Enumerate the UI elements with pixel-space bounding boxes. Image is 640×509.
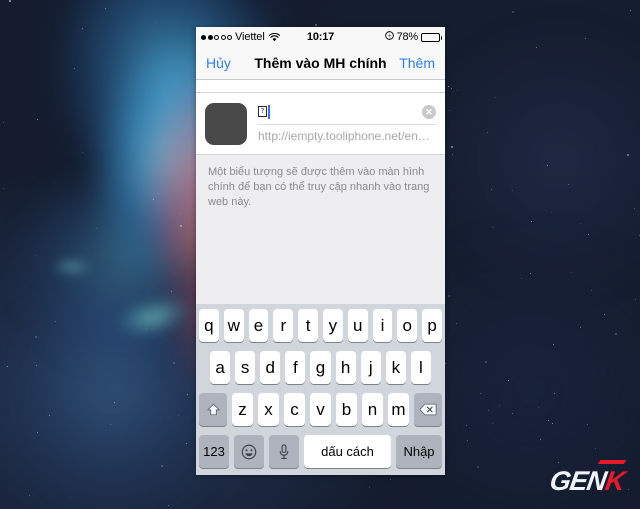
key-e[interactable]: e [248,309,269,342]
return-key[interactable]: Nhập [396,435,442,468]
form-hint-text: Một biểu tượng sẽ được thêm vào màn hình… [208,166,430,208]
key-b[interactable]: b [336,393,357,426]
shift-key[interactable] [199,393,227,426]
title-input-value[interactable]: ? [258,106,267,117]
genk-watermark: GEN K [547,460,627,496]
text-caret [268,104,270,119]
battery-icon [421,32,442,42]
status-bar-right: 78% [384,31,442,43]
key-r[interactable]: r [273,309,294,342]
key-a[interactable]: a [210,351,231,384]
phone-screenshot: Viettel 10:17 78% Hủy Thêm vào MH chính … [196,27,445,475]
key-i[interactable]: i [372,309,393,342]
key-n[interactable]: n [362,393,383,426]
key-m[interactable]: m [388,393,409,426]
unrenderable-glyph-icon: ? [258,106,267,117]
key-x[interactable]: x [258,393,279,426]
key-s[interactable]: s [235,351,256,384]
url-field[interactable]: http://iempty.tooliphone.net/en… [258,125,436,147]
key-f[interactable]: f [285,351,306,384]
key-q[interactable]: q [199,309,219,342]
key-u[interactable]: u [347,309,368,342]
backspace-key[interactable] [414,393,442,426]
site-thumbnail-icon [205,102,247,145]
desktop-wallpaper: Viettel 10:17 78% Hủy Thêm vào MH chính … [0,0,640,509]
key-v[interactable]: v [310,393,331,426]
clear-text-button[interactable]: ✕ [422,104,436,119]
emoji-key[interactable] [234,435,264,468]
key-c[interactable]: c [284,393,305,426]
key-j[interactable]: j [360,351,381,384]
keyboard-row-2: asdfghjkl [199,351,442,384]
genk-text-main: GEN [547,466,608,496]
location-services-icon [384,31,394,43]
keyboard-row-3: zxcvbnm [199,393,442,426]
key-o[interactable]: o [397,309,418,342]
add-button[interactable]: Thêm [399,55,435,71]
form-fields: ? ✕ http://iempty.tooliphone.net/en… [258,101,436,147]
keyboard-row-4: 123 dấu cách Nhập [199,435,442,468]
status-bar: Viettel 10:17 78% [196,27,445,47]
key-g[interactable]: g [310,351,331,384]
space-key[interactable]: dấu cách [304,435,391,468]
key-p[interactable]: p [422,309,442,342]
bookmark-form-card: ? ✕ http://iempty.tooliphone.net/en… [196,92,445,155]
cancel-button[interactable]: Hủy [206,55,231,71]
key-t[interactable]: t [298,309,318,342]
key-z[interactable]: z [232,393,253,426]
key-k[interactable]: k [385,351,406,384]
keyboard-row-1: qwertyuiop [199,309,442,342]
battery-percent-label: 78% [396,31,419,43]
title-input-row[interactable]: ? ✕ [258,101,436,125]
navigation-bar: Hủy Thêm vào MH chính Thêm [196,47,445,80]
genk-accent-stripe [597,460,627,464]
key-w[interactable]: w [223,309,244,342]
key-l[interactable]: l [410,351,431,384]
on-screen-keyboard: qwertyuiop asdfghjkl zxcvbnm 123 dấu các… [196,304,445,475]
key-d[interactable]: d [260,351,281,384]
numbers-key[interactable]: 123 [199,435,229,468]
key-y[interactable]: y [323,309,343,342]
content-area: ? ✕ http://iempty.tooliphone.net/en… Một… [196,92,445,304]
microphone-key[interactable] [269,435,299,468]
key-h[interactable]: h [335,351,356,384]
